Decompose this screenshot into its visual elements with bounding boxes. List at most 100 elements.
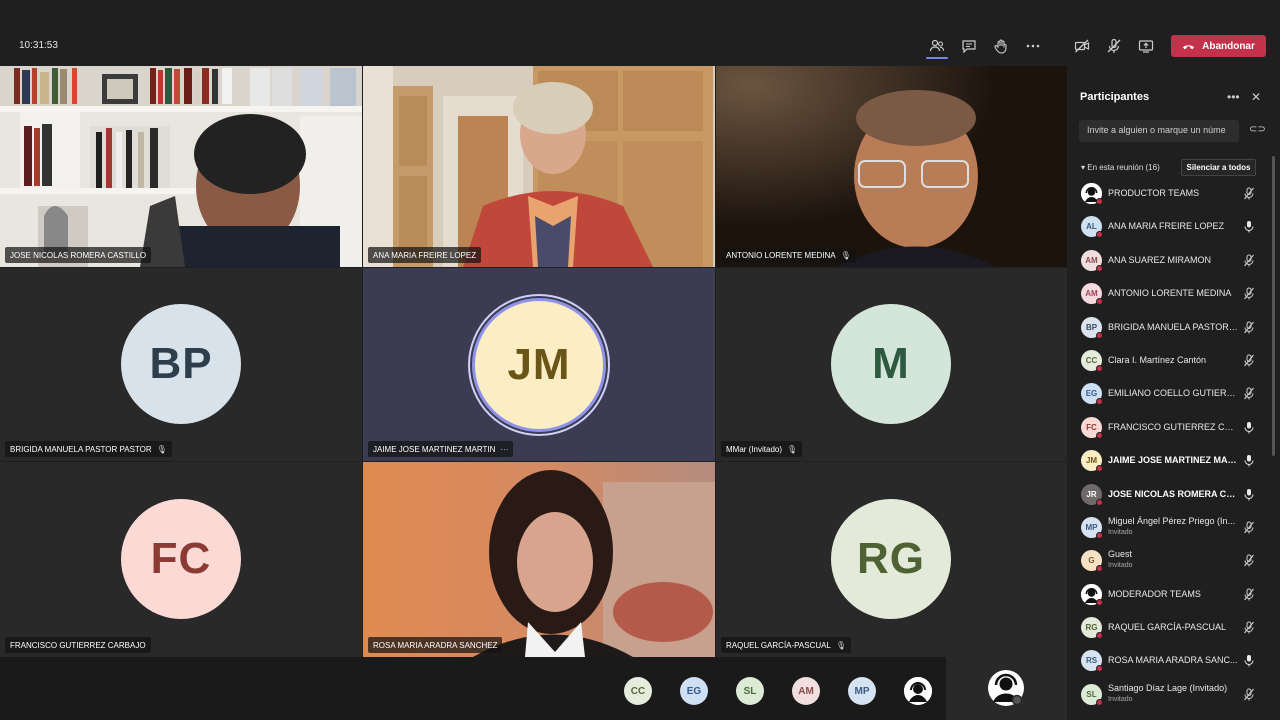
mic-muted-icon[interactable] xyxy=(1243,321,1255,334)
participant-row[interactable]: RG RAQUEL GARCÍA-PASCUAL xyxy=(1067,611,1267,644)
chat-icon xyxy=(962,40,976,54)
participant-tile[interactable]: M MMar (Invitado) 🎙 xyxy=(716,268,1067,461)
mic-muted-icon[interactable] xyxy=(1243,521,1255,534)
chat-button[interactable] xyxy=(958,36,980,56)
participant-row[interactable]: RS ROSA MARIA ARADRA SANC... xyxy=(1067,644,1267,677)
mute-all-button[interactable]: Silenciar a todos xyxy=(1181,159,1256,176)
participant-row[interactable]: AM ANA SUAREZ MIRAMON xyxy=(1067,244,1267,277)
participant-avatar: BP xyxy=(1081,316,1103,339)
raise-hand-button[interactable] xyxy=(990,36,1012,56)
mic-muted-icon[interactable] xyxy=(1243,287,1255,300)
status-dot xyxy=(1096,632,1103,640)
participant-name-label: JOSE NICOLAS ROMERA CASTILLO xyxy=(5,247,152,263)
mic-icon[interactable] xyxy=(1243,654,1255,667)
mic-icon[interactable] xyxy=(1243,454,1255,467)
mic-icon[interactable] xyxy=(1243,220,1255,233)
overflow-avatar[interactable]: CC xyxy=(624,677,652,705)
participant-row[interactable]: BP BRIGIDA MANUELA PASTOR P... xyxy=(1067,311,1267,344)
participant-row[interactable]: MP Miguel Ángel Pérez Priego (In... Invita… xyxy=(1067,511,1267,544)
overflow-avatar[interactable]: MP xyxy=(848,677,876,705)
participant-name-label: RAQUEL GARCÍA-PASCUAL 🎙 xyxy=(721,637,852,653)
participant-name: ROSA MARIA ARADRA SANC... xyxy=(1108,655,1238,666)
close-icon[interactable]: ✕ xyxy=(1251,90,1261,104)
people-button[interactable] xyxy=(926,36,948,56)
more-icon[interactable]: ••• xyxy=(1227,90,1240,104)
participant-name: BRIGIDA MANUELA PASTOR P... xyxy=(1108,321,1239,332)
mic-muted-icon[interactable] xyxy=(1243,588,1255,601)
participant-tile[interactable]: JM JAIME JOSE MARTINEZ MARTIN ··· xyxy=(363,268,715,461)
overflow-avatar[interactable]: SL xyxy=(736,677,764,705)
mic-toggle-button[interactable] xyxy=(1103,36,1125,56)
invite-input[interactable]: Invite a alguien o marque un núme xyxy=(1079,120,1239,142)
participant-tile[interactable]: RG RAQUEL GARCÍA-PASCUAL 🎙 xyxy=(716,462,1067,657)
more-options-button[interactable] xyxy=(1022,36,1044,56)
mic-muted-icon[interactable] xyxy=(1243,688,1255,701)
participant-avatar: M xyxy=(831,304,951,424)
camera-toggle-button[interactable] xyxy=(1071,36,1093,56)
share-screen-button[interactable] xyxy=(1135,36,1157,56)
mic-muted-icon[interactable] xyxy=(1243,254,1255,267)
mic-icon[interactable] xyxy=(1243,488,1255,501)
participant-tile[interactable]: FC FRANCISCO GUTIERREZ CARBAJO xyxy=(0,462,362,657)
participant-name-label: BRIGIDA MANUELA PASTOR PASTOR 🎙 xyxy=(5,441,172,457)
meeting-clock: 10:31:53 xyxy=(19,40,58,51)
participant-name-label: MMar (Invitado) 🎙 xyxy=(721,441,803,457)
participant-row[interactable]: EG EMILIANO COELLO GUTIERREZ xyxy=(1067,377,1267,410)
mic-muted-icon[interactable] xyxy=(1243,387,1255,400)
status-dot xyxy=(1096,565,1103,573)
participant-row[interactable]: G Guest Invitado xyxy=(1067,544,1267,577)
participant-name: ANTONIO LORENTE MEDINA xyxy=(1108,288,1232,299)
participant-row[interactable]: CC Clara I. Martínez Cantón xyxy=(1067,344,1267,377)
participant-tile[interactable]: ANA MARIA FREIRE LOPEZ xyxy=(363,66,715,267)
people-active-indicator xyxy=(926,57,948,59)
mic-muted-icon: 🎙 xyxy=(840,250,851,260)
people-icon xyxy=(929,39,945,52)
section-label[interactable]: ▾ En esta reunión (16) xyxy=(1081,163,1160,172)
mic-icon[interactable] xyxy=(1243,421,1255,434)
participant-name: Guest xyxy=(1108,549,1133,560)
overflow-avatar[interactable]: AM xyxy=(792,677,820,705)
overflow-avatar[interactable]: EG xyxy=(680,677,708,705)
participant-avatar: AM xyxy=(1081,283,1103,306)
participant-avatar: RG xyxy=(1081,617,1103,640)
participant-name-label: FRANCISCO GUTIERREZ CARBAJO xyxy=(5,637,151,653)
participant-avatar: G xyxy=(1081,550,1103,573)
meeting-top-bar: 10:31:53 Abandonar xyxy=(0,0,1280,66)
participant-row[interactable]: FC FRANCISCO GUTIERREZ CARB... xyxy=(1067,411,1267,444)
panel-scrollbar[interactable] xyxy=(1272,156,1275,456)
participant-name-label: ANA MARIA FREIRE LOPEZ xyxy=(368,247,482,263)
participant-row[interactable]: PRODUCTOR TEAMS xyxy=(1067,177,1267,210)
headset-user-icon xyxy=(988,670,1024,706)
participant-row[interactable]: JR JOSE NICOLAS ROMERA CAS... xyxy=(1067,478,1267,511)
participant-role: Invitado xyxy=(1108,695,1133,703)
participant-name: MODERADOR TEAMS xyxy=(1108,588,1201,599)
leave-meeting-label: Abandonar xyxy=(1202,40,1255,52)
overflow-avatar[interactable] xyxy=(904,677,932,705)
mic-muted-icon[interactable] xyxy=(1243,354,1255,367)
participant-avatar: CC xyxy=(1081,349,1103,372)
participant-avatar: EG xyxy=(1081,383,1103,406)
participant-row[interactable]: SL Santiago Díaz Lage (Invitado) Invitado xyxy=(1067,678,1267,711)
participant-row[interactable]: JM JAIME JOSE MARTINEZ MAR... xyxy=(1067,444,1267,477)
participant-name: EMILIANO COELLO GUTIERREZ xyxy=(1108,388,1239,399)
self-view-tile[interactable] xyxy=(946,657,1067,720)
participant-tile[interactable]: BP BRIGIDA MANUELA PASTOR PASTOR 🎙 xyxy=(0,268,362,461)
participant-row[interactable]: AL ANA MARIA FREIRE LOPEZ xyxy=(1067,210,1267,243)
participant-video xyxy=(716,66,1067,267)
participant-tile[interactable]: JOSE NICOLAS ROMERA CASTILLO xyxy=(0,66,362,267)
mic-muted-icon[interactable] xyxy=(1243,187,1255,200)
participant-row[interactable]: MODERADOR TEAMS xyxy=(1067,578,1267,611)
mic-muted-icon[interactable] xyxy=(1243,621,1255,634)
status-dot xyxy=(1096,298,1103,306)
participant-tile[interactable]: ROSA MARIA ARADRA SANCHEZ xyxy=(363,462,715,657)
participant-name-label: ANTONIO LORENTE MEDINA 🎙 xyxy=(721,247,856,263)
mic-off-icon xyxy=(1107,38,1121,53)
share-invite-icon[interactable]: ⊂⊃ xyxy=(1249,124,1266,135)
participant-name: JAIME JOSE MARTINEZ MAR... xyxy=(1108,455,1239,466)
status-dot xyxy=(1096,331,1103,339)
mic-muted-icon: 🎙 xyxy=(156,444,167,454)
participant-row[interactable]: AM ANTONIO LORENTE MEDINA xyxy=(1067,277,1267,310)
participant-tile[interactable]: ANTONIO LORENTE MEDINA 🎙 xyxy=(716,66,1067,267)
leave-meeting-button[interactable]: Abandonar xyxy=(1171,35,1266,57)
mic-muted-icon[interactable] xyxy=(1243,554,1255,567)
